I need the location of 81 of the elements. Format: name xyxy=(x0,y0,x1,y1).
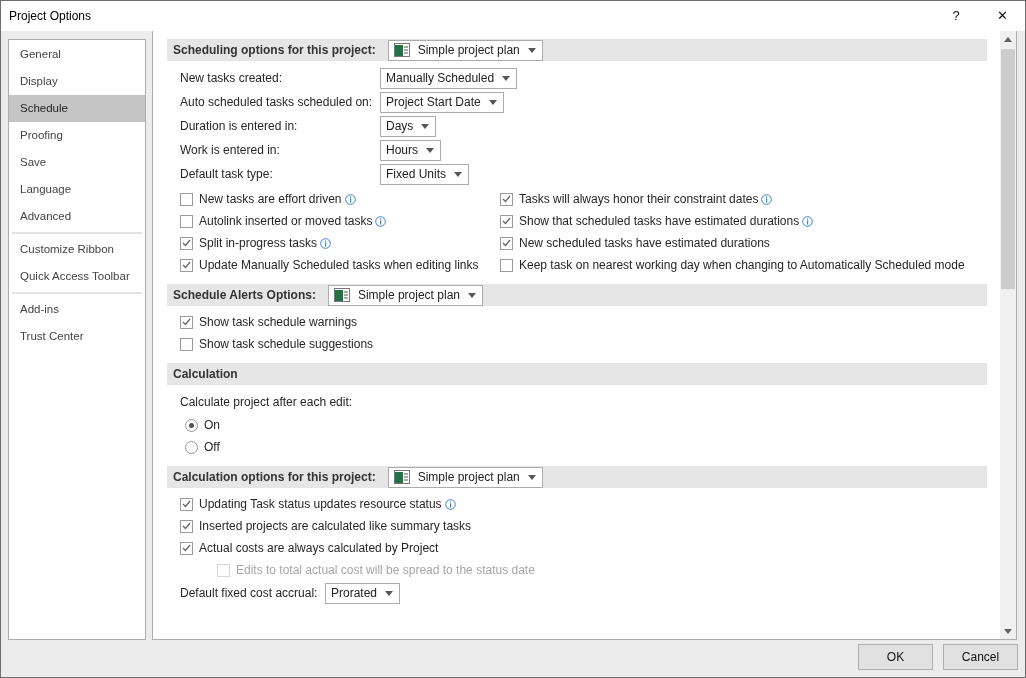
project-file-icon xyxy=(393,469,410,485)
radio-label: On xyxy=(204,417,220,434)
dropdown[interactable]: Prorated xyxy=(325,582,401,604)
checkbox-label: Updating Task status updates resource status xyxy=(199,496,442,513)
field-label: Default fixed cost accrual: xyxy=(180,585,319,602)
checkbox[interactable] xyxy=(180,497,193,511)
checkbox-label: Inserted projects are calculated like summary tasks xyxy=(199,518,472,535)
sidebar-item[interactable]: Quick Access Toolbar xyxy=(9,263,145,290)
sidebar-item[interactable]: Display xyxy=(9,68,145,95)
scroll-up-icon[interactable] xyxy=(1004,36,1012,42)
section-heading: Calculation xyxy=(173,366,238,383)
field-label: Auto scheduled tasks scheduled on: xyxy=(180,94,374,111)
sidebar-item[interactable]: Language xyxy=(9,176,145,203)
project-file-icon xyxy=(393,42,410,58)
checkbox-label: New tasks are effort driven xyxy=(199,191,342,208)
checkbox[interactable] xyxy=(180,541,193,555)
checkbox[interactable] xyxy=(500,214,513,228)
section-heading: Scheduling options for this project: xyxy=(173,42,376,59)
checkbox-label: New scheduled tasks have estimated durations xyxy=(519,235,770,252)
dropdown[interactable]: Simple project plan xyxy=(387,39,543,61)
section-heading: Calculation options for this project: xyxy=(173,469,376,486)
checkbox-label: Actual costs are always calculated by Project xyxy=(199,540,439,557)
caret-icon xyxy=(426,147,434,153)
checkbox[interactable] xyxy=(500,236,513,250)
caret-icon xyxy=(421,123,430,129)
sidebar-item[interactable]: Schedule xyxy=(9,95,145,122)
sidebar-item[interactable]: Proofing xyxy=(9,122,145,149)
dropdown[interactable]: Manually Scheduled xyxy=(380,67,518,89)
caret-icon xyxy=(527,474,536,480)
help-button[interactable]: ? xyxy=(933,1,979,31)
checkbox[interactable] xyxy=(180,214,193,228)
scrollbar[interactable] xyxy=(1000,31,1016,639)
caret-icon xyxy=(527,47,536,53)
section-heading: Schedule Alerts Options: xyxy=(173,287,316,304)
sidebar-item[interactable]: Add-ins xyxy=(9,296,145,323)
checkbox-label: Update Manually Scheduled tasks when editing links xyxy=(199,257,479,274)
dialog-button[interactable]: OK xyxy=(858,644,933,670)
field-label: Calculate project after each edit: xyxy=(180,394,353,411)
sidebar-item[interactable]: Trust Center xyxy=(9,323,145,350)
dropdown[interactable]: Project Start Date xyxy=(380,91,504,113)
checkbox[interactable] xyxy=(500,192,513,206)
dropdown[interactable]: Simple project plan xyxy=(387,466,543,488)
checkbox[interactable] xyxy=(180,258,193,272)
checkbox-label: Tasks will always honor their constraint dates xyxy=(519,191,759,208)
checkbox[interactable] xyxy=(180,192,193,206)
dropdown[interactable]: Days xyxy=(380,115,437,137)
checkbox[interactable] xyxy=(180,236,193,250)
checkbox[interactable] xyxy=(500,258,513,272)
caret-icon xyxy=(454,171,463,177)
field-label: Default task type: xyxy=(180,166,274,183)
sidebar-item[interactable]: Save xyxy=(9,149,145,176)
radio-label: Off xyxy=(204,439,220,456)
checkbox-label: Show that scheduled tasks have estimated durations xyxy=(519,213,800,230)
checkbox[interactable] xyxy=(180,315,193,329)
field-label: Duration is entered in: xyxy=(180,118,299,135)
dialog-button[interactable]: Cancel xyxy=(943,644,1018,670)
caret-icon xyxy=(385,590,394,596)
checkbox[interactable] xyxy=(180,519,193,533)
checkbox-label: Autolink inserted or moved tasks xyxy=(199,213,373,230)
scroll-down-icon[interactable] xyxy=(1004,628,1012,634)
field-label: New tasks created: xyxy=(180,70,284,87)
dropdown[interactable]: Hours xyxy=(380,139,441,161)
checkbox-label: Keep task on nearest working day when changing to Automatically Scheduled mode xyxy=(519,257,965,274)
caret-icon xyxy=(488,99,497,105)
window-title: Project Options xyxy=(8,8,93,25)
caret-icon xyxy=(502,75,511,81)
dropdown[interactable]: Fixed Units xyxy=(380,163,470,185)
checkbox-label: Show task schedule suggestions xyxy=(199,336,374,353)
sidebar-item[interactable]: General xyxy=(9,41,145,68)
checkbox-label: Show task schedule warnings xyxy=(199,314,358,331)
close-button[interactable]: ✕ xyxy=(979,1,1025,31)
project-file-icon xyxy=(333,287,350,303)
sidebar-item[interactable]: Advanced xyxy=(9,203,145,230)
checkbox-label: Edits to total actual cost will be spread to the status date xyxy=(236,562,535,579)
checkbox-label: Split in-progress tasks xyxy=(199,235,318,252)
caret-icon xyxy=(468,292,476,298)
sidebar-item[interactable]: Customize Ribbon xyxy=(9,236,145,263)
checkbox[interactable] xyxy=(180,337,193,351)
scrollbar-thumb[interactable] xyxy=(1001,49,1015,289)
dropdown[interactable]: Simple project plan xyxy=(327,284,483,306)
field-label: Work is entered in: xyxy=(180,142,281,159)
